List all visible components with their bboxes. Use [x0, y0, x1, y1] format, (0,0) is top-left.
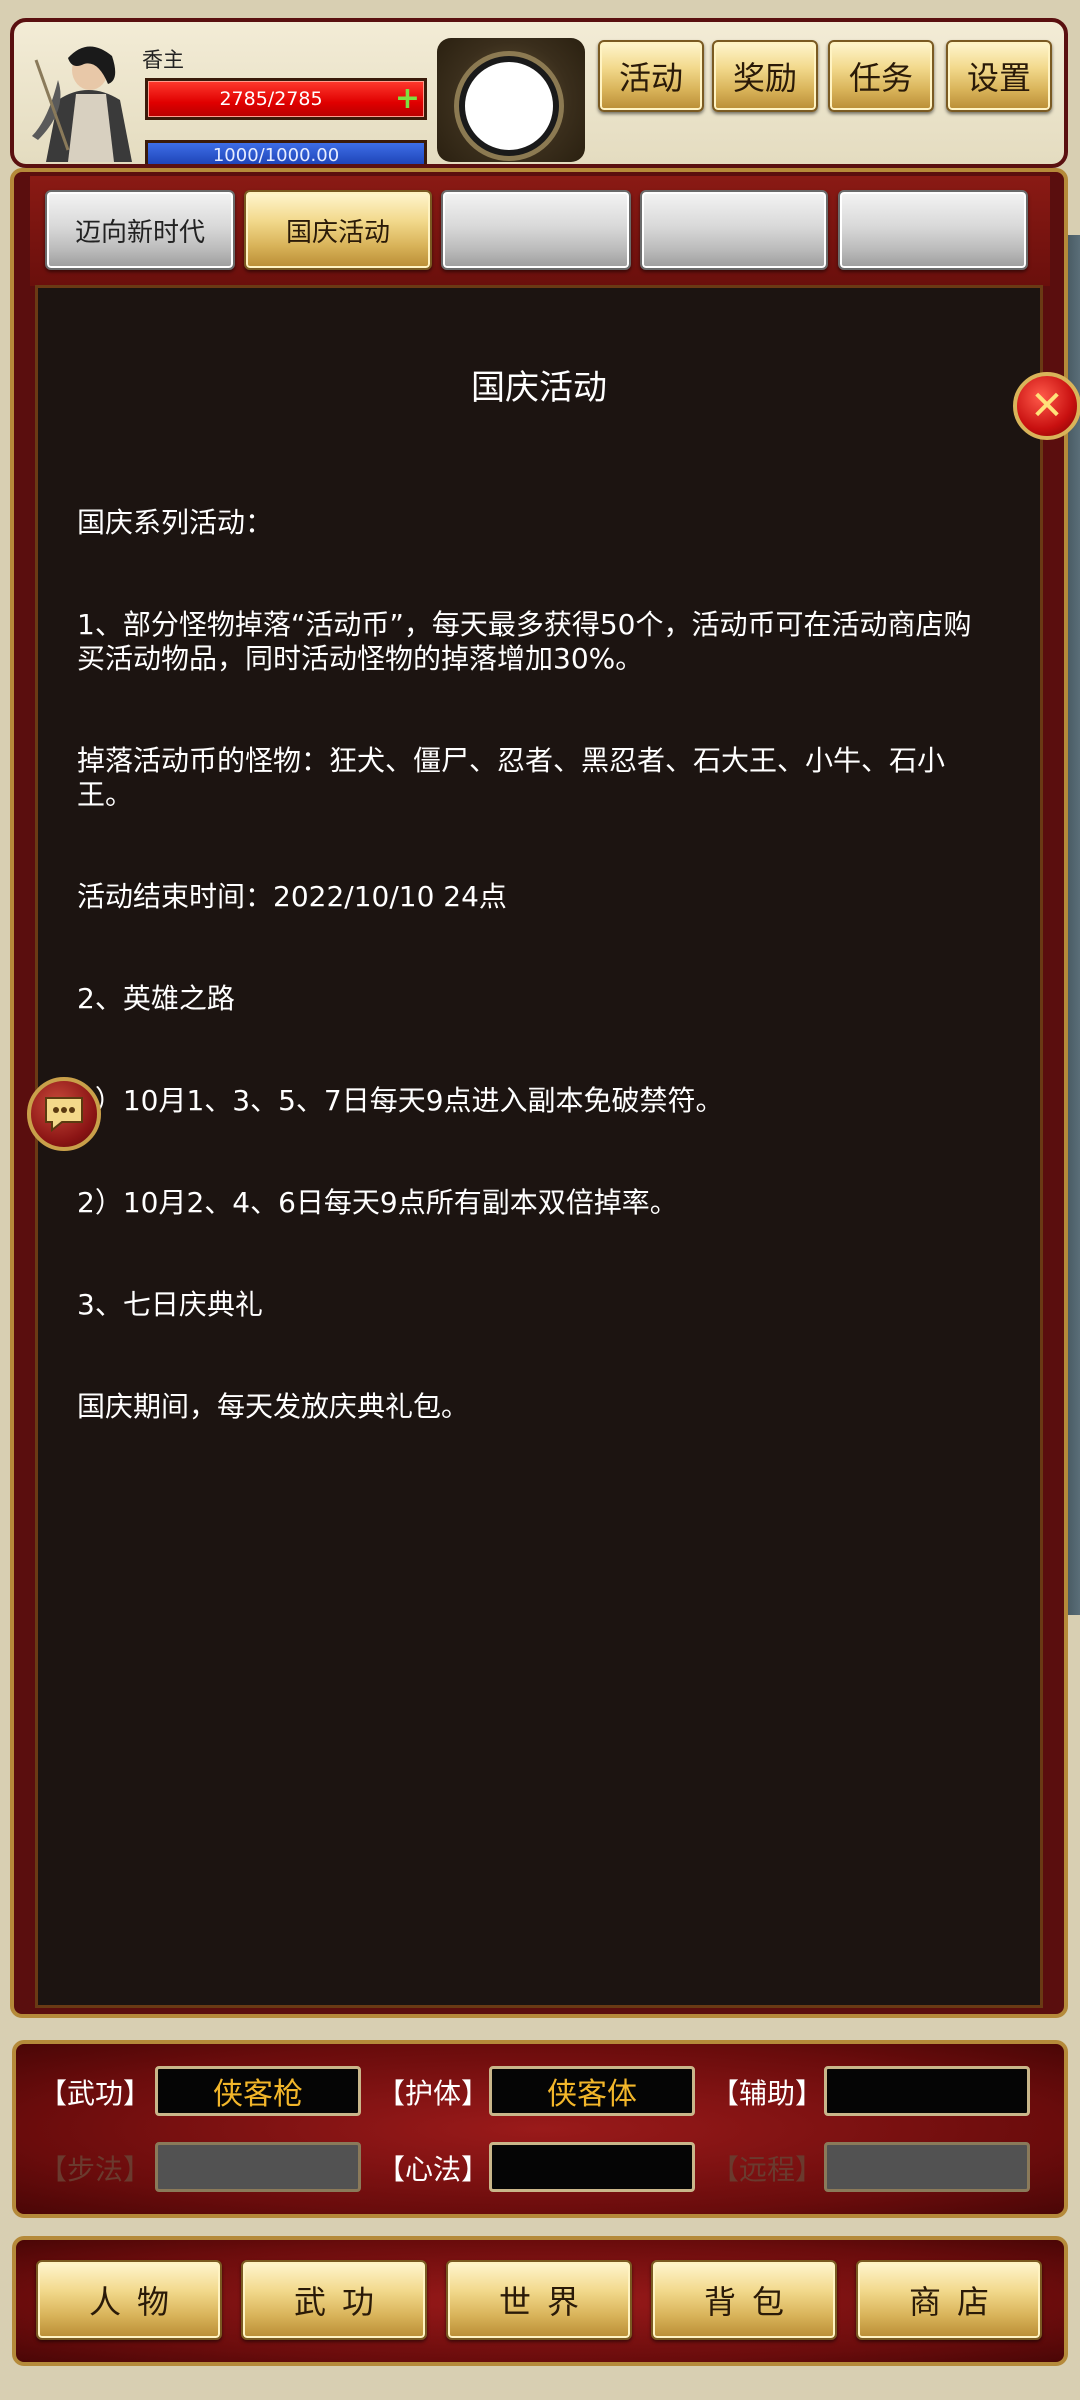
content-line: 活动结束时间：2022/10/10 24点: [77, 880, 507, 913]
tab-new-era[interactable]: 迈向新时代: [45, 190, 235, 270]
settings-button[interactable]: 设置: [946, 40, 1052, 112]
fuzhu-label: 【辅助】: [710, 2077, 823, 2110]
content-title: 国庆活动: [471, 368, 607, 408]
avatar: [32, 46, 132, 162]
reward-button[interactable]: 奖励: [712, 40, 818, 112]
hp-bar: 2785/2785 +: [145, 78, 427, 120]
tab-empty-1[interactable]: [441, 190, 631, 270]
content-line: 2、英雄之路: [77, 982, 235, 1015]
content-line: 1、部分怪物掉落“活动币”，每天最多获得50个，活动币可在活动商店购买活动物品，…: [77, 608, 972, 675]
hp-value: 2785/2785: [219, 88, 323, 110]
wugong-slot[interactable]: 侠客枪: [155, 2066, 361, 2116]
tab-empty-3[interactable]: [838, 190, 1028, 270]
wugong-label: 【武功】: [38, 2077, 151, 2110]
content-line: 掉落活动币的怪物：狂犬、僵尸、忍者、黑忍者、石大王、小牛、石小王。: [77, 744, 946, 811]
mp-value: 1000/1000.00: [212, 145, 340, 164]
content-line: 1）10月1、3、5、7日每天9点进入副本免破禁符。: [77, 1084, 724, 1117]
character-portrait[interactable]: [28, 40, 148, 162]
nav-bag-button[interactable]: 背包: [651, 2260, 837, 2340]
nav-world-button[interactable]: 世界: [446, 2260, 632, 2340]
hp-add-icon[interactable]: +: [395, 83, 420, 115]
yuancheng-slot[interactable]: [824, 2142, 1030, 2192]
xinfa-slot[interactable]: [489, 2142, 695, 2192]
yuancheng-label: 【远程】: [710, 2153, 823, 2186]
chat-icon: [45, 1097, 83, 1133]
huti-label: 【护体】: [376, 2077, 489, 2110]
content-body: 国庆系列活动： 1、部分怪物掉落“活动币”，每天最多获得50个，活动币可在活动商…: [77, 438, 997, 1458]
nav-skills-button[interactable]: 武功: [241, 2260, 427, 2340]
content-line: 国庆期间，每天发放庆典礼包。: [77, 1390, 470, 1423]
fuzhu-slot[interactable]: [824, 2066, 1030, 2116]
xinfa-label: 【心法】: [376, 2153, 489, 2186]
orb-button[interactable]: [459, 56, 559, 156]
mp-bar: 1000/1000.00: [145, 140, 427, 164]
content-line: 国庆系列活动：: [77, 506, 274, 539]
activity-button[interactable]: 活动: [598, 40, 704, 112]
chat-button[interactable]: [27, 1077, 101, 1151]
player-name: 香主: [142, 48, 184, 72]
bufa-label: 【步法】: [38, 2153, 151, 2186]
huti-slot[interactable]: 侠客体: [489, 2066, 695, 2116]
close-icon: ✕: [1030, 383, 1064, 429]
close-button[interactable]: ✕: [1013, 372, 1080, 440]
nav-shop-button[interactable]: 商店: [856, 2260, 1042, 2340]
content-line: 3、七日庆典礼: [77, 1288, 263, 1321]
tab-national-day[interactable]: 国庆活动: [244, 190, 432, 270]
content-line: 2）10月2、4、6日每天9点所有副本双倍掉率。: [77, 1186, 678, 1219]
nav-character-button[interactable]: 人物: [36, 2260, 222, 2340]
task-button[interactable]: 任务: [828, 40, 934, 112]
tab-empty-2[interactable]: [640, 190, 828, 270]
bufa-slot[interactable]: [155, 2142, 361, 2192]
